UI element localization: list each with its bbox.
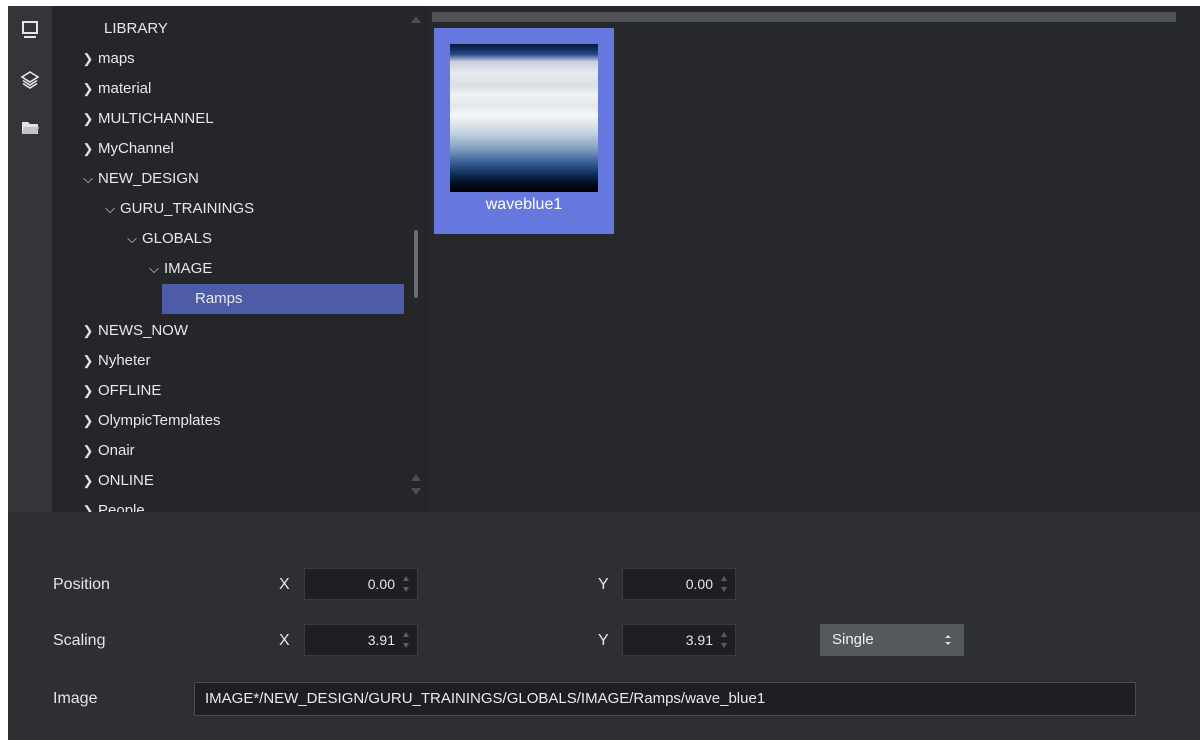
tree-item-label: maps bbox=[98, 50, 135, 67]
tree-item-globals[interactable]: ⌵ GLOBALS bbox=[52, 224, 404, 254]
tree-scrollbar[interactable] bbox=[404, 6, 428, 512]
tree-item-label: GURU_TRAININGS bbox=[120, 200, 255, 217]
tree-item-material[interactable]: ❯ material bbox=[52, 74, 404, 104]
increment-arrow-icon[interactable] bbox=[403, 632, 409, 637]
position-x-field[interactable]: 0.00 bbox=[304, 568, 418, 600]
scaling-y-field[interactable]: 3.91 bbox=[622, 624, 736, 656]
position-y-label: Y bbox=[598, 576, 609, 593]
position-label: Position bbox=[53, 576, 110, 593]
tree-item-multichannel[interactable]: ❯ MULTICHANNEL bbox=[52, 104, 404, 134]
scroll-down-arrow-icon[interactable] bbox=[411, 488, 421, 495]
scaling-x-field[interactable]: 3.91 bbox=[304, 624, 418, 656]
tree-item-maps[interactable]: ❯ maps bbox=[52, 44, 404, 74]
scaling-mode-value: Single bbox=[832, 631, 874, 648]
chevron-right-icon[interactable]: ❯ bbox=[78, 406, 98, 436]
tree-item-label: Ramps bbox=[195, 290, 243, 307]
chevron-right-icon[interactable]: ❯ bbox=[78, 104, 98, 134]
tree-item-label: NEW_DESIGN bbox=[98, 170, 199, 187]
properties-panel: Position X 0.00 Y 0.00 Scaling X 3.91 Y … bbox=[8, 512, 1200, 740]
tree-item-onair[interactable]: ❯ Onair bbox=[52, 436, 404, 466]
chevron-right-icon[interactable]: ❯ bbox=[78, 346, 98, 376]
asset-thumbnail bbox=[450, 44, 598, 192]
tree-item-label: IMAGE bbox=[164, 260, 213, 277]
tree-item-guru-trainings[interactable]: ⌵ GURU_TRAININGS bbox=[52, 194, 404, 224]
increment-arrow-icon[interactable] bbox=[721, 576, 727, 581]
tree-item-online[interactable]: ❯ ONLINE bbox=[52, 466, 404, 496]
chevron-down-icon[interactable]: ⌵ bbox=[78, 164, 98, 194]
tree-item-label: OlympicTemplates bbox=[98, 412, 221, 429]
tree-item-label: material bbox=[98, 80, 152, 97]
tree-item-label: MyChannel bbox=[98, 140, 174, 157]
scaling-mode-select[interactable]: Single bbox=[820, 624, 964, 656]
tree-item-label: People bbox=[98, 502, 145, 512]
monitor-icon[interactable] bbox=[18, 18, 42, 42]
chevron-down-icon[interactable]: ⌵ bbox=[122, 224, 142, 254]
tree-item-ramps[interactable]: Ramps bbox=[162, 284, 404, 314]
asset-tile-label: waveblue1 bbox=[485, 196, 563, 213]
scaling-y-label: Y bbox=[598, 632, 609, 649]
tree-item-label: GLOBALS bbox=[142, 230, 213, 247]
increment-arrow-icon[interactable] bbox=[721, 632, 727, 637]
decrement-arrow-icon[interactable] bbox=[403, 643, 409, 648]
position-x-label: X bbox=[279, 576, 290, 593]
chevron-right-icon[interactable]: ❯ bbox=[78, 466, 98, 496]
tree-item-label: Onair bbox=[98, 442, 135, 459]
decrement-arrow-icon[interactable] bbox=[403, 587, 409, 592]
chevron-right-icon[interactable]: ❯ bbox=[78, 44, 98, 74]
layers-icon[interactable] bbox=[18, 68, 42, 92]
tree-item-news-now[interactable]: ❯ NEWS_NOW bbox=[52, 316, 404, 346]
folder-icon[interactable] bbox=[18, 116, 42, 140]
asset-grid-header-bar bbox=[432, 12, 1176, 22]
tree-item-image[interactable]: ⌵ IMAGE bbox=[52, 254, 404, 284]
window-left-edge bbox=[0, 0, 8, 740]
asset-grid: waveblue1 bbox=[428, 6, 1182, 512]
asset-tile[interactable]: waveblue1 bbox=[434, 28, 614, 234]
image-path-field[interactable]: IMAGE*/NEW_DESIGN/GURU_TRAININGS/GLOBALS… bbox=[194, 682, 1136, 716]
tree-item-new-design[interactable]: ⌵ NEW_DESIGN bbox=[52, 164, 404, 194]
sidebar-iconbar bbox=[8, 6, 52, 512]
tree-item-label: ONLINE bbox=[98, 472, 154, 489]
scaling-label: Scaling bbox=[53, 632, 106, 649]
chevron-down-icon[interactable]: ⌵ bbox=[100, 194, 120, 224]
image-label: Image bbox=[53, 690, 98, 707]
image-path-value[interactable]: IMAGE*/NEW_DESIGN/GURU_TRAININGS/GLOBALS… bbox=[205, 683, 765, 715]
chevron-down-icon[interactable]: ⌵ bbox=[144, 254, 164, 284]
chevron-right-icon[interactable]: ❯ bbox=[78, 74, 98, 104]
scrollbar-thumb[interactable] bbox=[414, 230, 418, 298]
tree-item-nyheter[interactable]: ❯ Nyheter bbox=[52, 346, 404, 376]
decrement-arrow-icon[interactable] bbox=[721, 587, 727, 592]
asset-grid-scrollbar[interactable] bbox=[1182, 6, 1200, 512]
scaling-x-label: X bbox=[279, 632, 290, 649]
chevron-right-icon[interactable]: ❯ bbox=[78, 376, 98, 406]
tree-item-label: NEWS_NOW bbox=[98, 322, 188, 339]
position-x-value[interactable]: 0.00 bbox=[368, 569, 395, 599]
chevron-right-icon[interactable]: ❯ bbox=[78, 496, 98, 512]
position-y-field[interactable]: 0.00 bbox=[622, 568, 736, 600]
increment-arrow-icon[interactable] bbox=[403, 576, 409, 581]
updown-arrows-icon bbox=[945, 635, 951, 645]
tree-item-library[interactable]: LIBRARY bbox=[52, 14, 404, 44]
scroll-up-arrow-icon[interactable] bbox=[411, 474, 421, 481]
decrement-arrow-icon[interactable] bbox=[721, 643, 727, 648]
chevron-right-icon[interactable]: ❯ bbox=[78, 436, 98, 466]
tree-item-olympictemplates[interactable]: ❯ OlympicTemplates bbox=[52, 406, 404, 436]
chevron-right-icon[interactable]: ❯ bbox=[78, 134, 98, 164]
library-tree[interactable]: LIBRARY ❯ maps ❯ material ❯ MULTICHANNEL ❯ M… bbox=[52, 6, 404, 512]
tree-item-offline[interactable]: ❯ OFFLINE bbox=[52, 376, 404, 406]
tree-item-label: OFFLINE bbox=[98, 382, 162, 399]
scaling-x-value[interactable]: 3.91 bbox=[368, 625, 395, 655]
tree-item-label: LIBRARY bbox=[104, 20, 168, 37]
tree-item-label: MULTICHANNEL bbox=[98, 110, 214, 127]
scroll-up-arrow-icon[interactable] bbox=[411, 16, 421, 23]
scaling-y-value[interactable]: 3.91 bbox=[686, 625, 713, 655]
tree-item-people[interactable]: ❯ People bbox=[52, 496, 404, 512]
tree-item-mychannel[interactable]: ❯ MyChannel bbox=[52, 134, 404, 164]
position-y-value[interactable]: 0.00 bbox=[686, 569, 713, 599]
tree-item-label: Nyheter bbox=[98, 352, 151, 369]
chevron-right-icon[interactable]: ❯ bbox=[78, 316, 98, 346]
